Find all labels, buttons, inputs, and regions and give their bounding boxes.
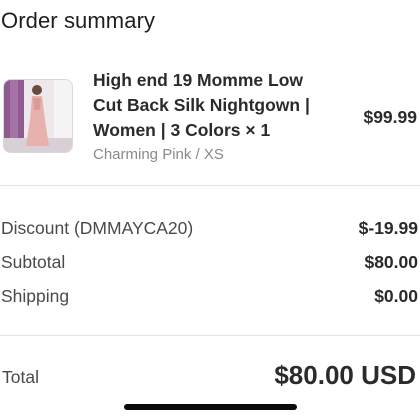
discount-label: Discount (DMMAYCA20) <box>1 218 194 238</box>
home-indicator[interactable] <box>124 404 297 410</box>
product-name: High end 19 Momme Low Cut Back Silk Nigh… <box>93 70 310 140</box>
subtotal-value: $80.00 <box>364 252 418 272</box>
divider <box>0 185 420 186</box>
product-price: $99.99 <box>363 107 417 127</box>
shipping-label: Shipping <box>1 286 70 306</box>
discount-value: $-19.99 <box>358 218 418 238</box>
divider <box>0 335 420 336</box>
total-value: $80.00 USD <box>274 360 416 390</box>
product-image <box>3 79 73 153</box>
product-variant: Charming Pink / XS <box>93 146 224 163</box>
subtotal-label: Subtotal <box>1 252 66 272</box>
order-summary-screen: Order summary High end 19 Momme Low Cut … <box>0 0 420 420</box>
shipping-value: $0.00 <box>374 286 418 306</box>
page-title: Order summary <box>1 8 156 33</box>
total-label: Total <box>2 367 39 387</box>
